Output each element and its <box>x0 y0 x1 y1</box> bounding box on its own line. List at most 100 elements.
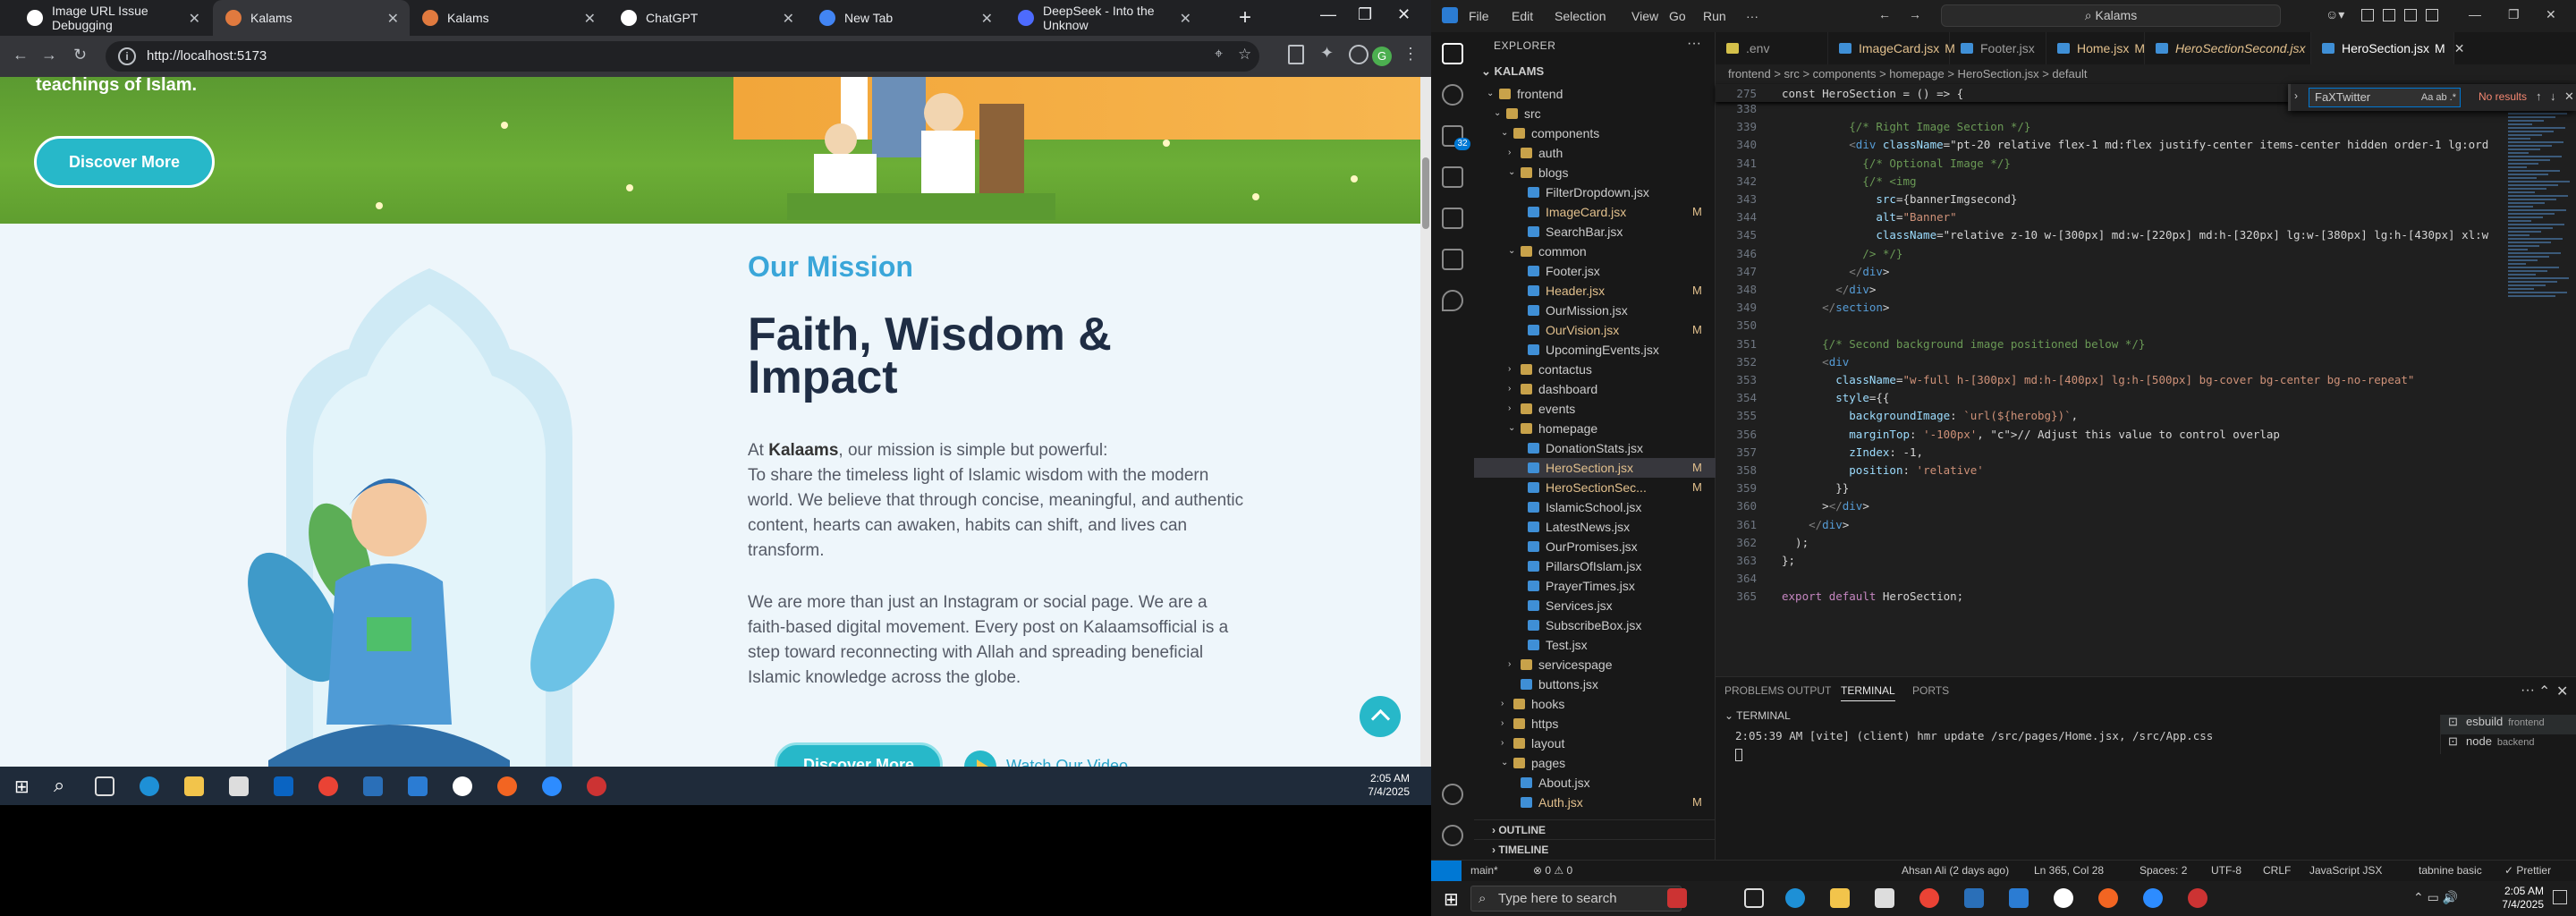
search-icon[interactable]: ⌕ <box>54 774 64 797</box>
code-line[interactable]: </div> <box>1782 283 1876 296</box>
forward-icon[interactable]: → <box>41 46 57 64</box>
code-line[interactable]: </div> <box>1782 265 1889 278</box>
code-line[interactable]: backgroundImage: `url(${herobg})`, <box>1782 409 2078 422</box>
tab-close-icon[interactable]: ✕ <box>783 10 794 28</box>
tree-file[interactable]: OurMission.jsx <box>1474 301 1716 320</box>
tree-file[interactable]: PrayerTimes.jsx <box>1474 576 1716 596</box>
tree-file[interactable]: HeroSectionSec... M <box>1474 478 1716 497</box>
tree-folder[interactable]: ⌄ frontend <box>1474 84 1716 104</box>
cursor-position[interactable]: Ln 365, Col 28 <box>2034 864 2104 877</box>
file-explorer-icon[interactable] <box>1830 888 1850 908</box>
tab-close-icon[interactable]: ✕ <box>387 10 399 28</box>
maximize-panel-icon[interactable]: ⌃ <box>2538 683 2550 700</box>
page-scrollbar[interactable] <box>1420 77 1431 805</box>
tree-file[interactable]: FilterDropdown.jsx <box>1474 182 1716 202</box>
editor-tab[interactable]: ImageCard.jsx M <box>1828 32 1955 64</box>
zoom-icon[interactable] <box>2143 888 2163 908</box>
tree-file[interactable]: Header.jsx M <box>1474 281 1716 301</box>
edge-icon[interactable] <box>1785 888 1805 908</box>
menu-item[interactable]: Go <box>1669 9 1686 23</box>
code-lines[interactable]: 338 339 {/* Right Image Section */} 340 <d… <box>1716 102 2576 639</box>
windows-start-icon[interactable]: ⊞ <box>1444 888 1459 911</box>
editor-tab[interactable]: HeroSectionSecond.jsxM <box>2145 32 2321 64</box>
tray-icons[interactable]: ⌃ ▭ 🔊 <box>2413 890 2458 905</box>
app-icon-4[interactable] <box>2188 888 2207 908</box>
tree-folder[interactable]: › hooks <box>1474 694 1716 714</box>
scrollbar-thumb[interactable] <box>1422 157 1429 229</box>
tree-file[interactable]: DonationStats.jsx <box>1474 438 1716 458</box>
code-line[interactable]: style={{ <box>1782 391 1889 404</box>
address-bar[interactable]: i http://localhost:5173 ⌖ ☆ <box>106 41 1259 72</box>
code-line[interactable]: marginTop: '-100px', "c">// Adjust this … <box>1782 428 2280 441</box>
store-icon[interactable] <box>229 776 249 796</box>
tab-close-icon[interactable]: ✕ <box>1180 10 1191 28</box>
tree-folder[interactable]: ⌄ src <box>1474 104 1716 123</box>
mongodb-icon[interactable] <box>1442 290 1463 311</box>
workspace-root[interactable]: ⌄ KALAMS <box>1481 64 1544 79</box>
vscode-icon[interactable] <box>408 776 428 796</box>
tree-file[interactable]: HeroSection.jsx M <box>1474 458 1716 478</box>
profile-icon[interactable] <box>1349 45 1368 64</box>
encoding-status[interactable]: UTF-8 <box>2211 864 2241 877</box>
tree-folder[interactable]: › layout <box>1474 734 1716 753</box>
code-line[interactable]: position: 'relative' <box>1782 463 1984 477</box>
tree-file[interactable]: buttons.jsx <box>1474 674 1716 694</box>
notification-icon[interactable] <box>2553 890 2567 904</box>
find-options[interactable]: Aa ab .* <box>2421 89 2456 106</box>
toggle-sidebar-icon[interactable] <box>2383 9 2395 21</box>
tree-folder[interactable]: › contactus <box>1474 360 1716 379</box>
code-line[interactable]: {/* Second background image positioned b… <box>1782 337 2145 351</box>
eol-status[interactable]: CRLF <box>2263 864 2291 877</box>
code-line[interactable]: <div <box>1782 355 1849 369</box>
app-icon-2[interactable] <box>2054 888 2073 908</box>
puzzle-icon[interactable]: ✦ <box>1320 44 1334 63</box>
location-icon[interactable]: ⌖ <box>1215 47 1223 63</box>
panel-tab[interactable]: TERMINAL <box>1841 684 1895 701</box>
tree-folder[interactable]: › dashboard <box>1474 379 1716 399</box>
terminal-instance[interactable]: ⊡ node backend <box>2441 734 2576 754</box>
tree-file[interactable]: OurPromises.jsx <box>1474 537 1716 556</box>
app-icon-2[interactable] <box>453 776 472 796</box>
panel-more-icon[interactable]: ··· <box>2521 683 2535 699</box>
tree-file[interactable]: Services.jsx <box>1474 596 1716 615</box>
find-next-icon[interactable]: ↓ <box>2550 89 2556 103</box>
outline-section[interactable]: › OUTLINE <box>1474 819 1716 839</box>
panel-tab[interactable]: PROBLEMS <box>1724 684 1784 697</box>
task-view-icon[interactable] <box>1744 888 1764 908</box>
browser-tab[interactable]: DeepSeek - Into the Unknow ✕ <box>1005 0 1202 36</box>
tree-folder[interactable]: › servicespage <box>1474 655 1716 674</box>
edge-icon[interactable] <box>140 776 159 796</box>
code-line[interactable]: className="relative z-10 w-[300px] md:w-… <box>1782 228 2488 242</box>
discover-more-button[interactable]: Discover More <box>34 136 215 188</box>
tree-folder[interactable]: › events <box>1474 399 1716 419</box>
kebab-menu-icon[interactable]: ⋮ <box>1402 45 1419 64</box>
tabnine-status[interactable]: tabnine basic <box>2419 864 2482 877</box>
app-icon-4[interactable] <box>587 776 606 796</box>
browser-tab[interactable]: ChatGPT ✕ <box>608 0 805 36</box>
code-line[interactable]: className="w-full h-[300px] md:h-[400px]… <box>1782 373 2414 386</box>
code-line[interactable]: zIndex: -1, <box>1782 445 1923 459</box>
prettier-status[interactable]: ✓ Prettier <box>2504 864 2551 877</box>
tree-folder[interactable]: ⌄ pages <box>1474 753 1716 773</box>
maximize-icon[interactable]: ❐ <box>2508 7 2520 22</box>
settings-gear-icon[interactable] <box>1442 825 1463 846</box>
vscode-icon[interactable] <box>2009 888 2029 908</box>
close-window-icon[interactable]: ✕ <box>1397 5 1411 24</box>
minimap[interactable] <box>2503 84 2576 621</box>
indentation-status[interactable]: Spaces: 2 <box>2140 864 2187 877</box>
toggle-secondary-icon[interactable] <box>2426 9 2438 21</box>
find-input[interactable]: FaXTwitter Aa ab .* <box>2309 88 2461 107</box>
editor-tab[interactable]: Footer.jsx <box>1950 32 2046 64</box>
tree-folder[interactable]: ⌄ homepage <box>1474 419 1716 438</box>
explorer-icon[interactable] <box>1442 43 1463 64</box>
browser-tab[interactable]: New Tab ✕ <box>807 0 1004 36</box>
layout-icon[interactable] <box>2361 9 2374 21</box>
maximize-icon[interactable]: ❐ <box>1358 5 1372 24</box>
panel-tab[interactable]: PORTS <box>1912 684 1949 697</box>
site-info-icon[interactable]: i <box>118 47 136 65</box>
chrome-icon[interactable] <box>1919 888 1939 908</box>
minimize-icon[interactable]: — <box>2469 7 2481 21</box>
remote-indicator-icon[interactable] <box>1431 861 1462 881</box>
code-line[interactable]: {/* <img <box>1782 174 1916 188</box>
editor-tab[interactable]: .env <box>1716 32 1828 64</box>
